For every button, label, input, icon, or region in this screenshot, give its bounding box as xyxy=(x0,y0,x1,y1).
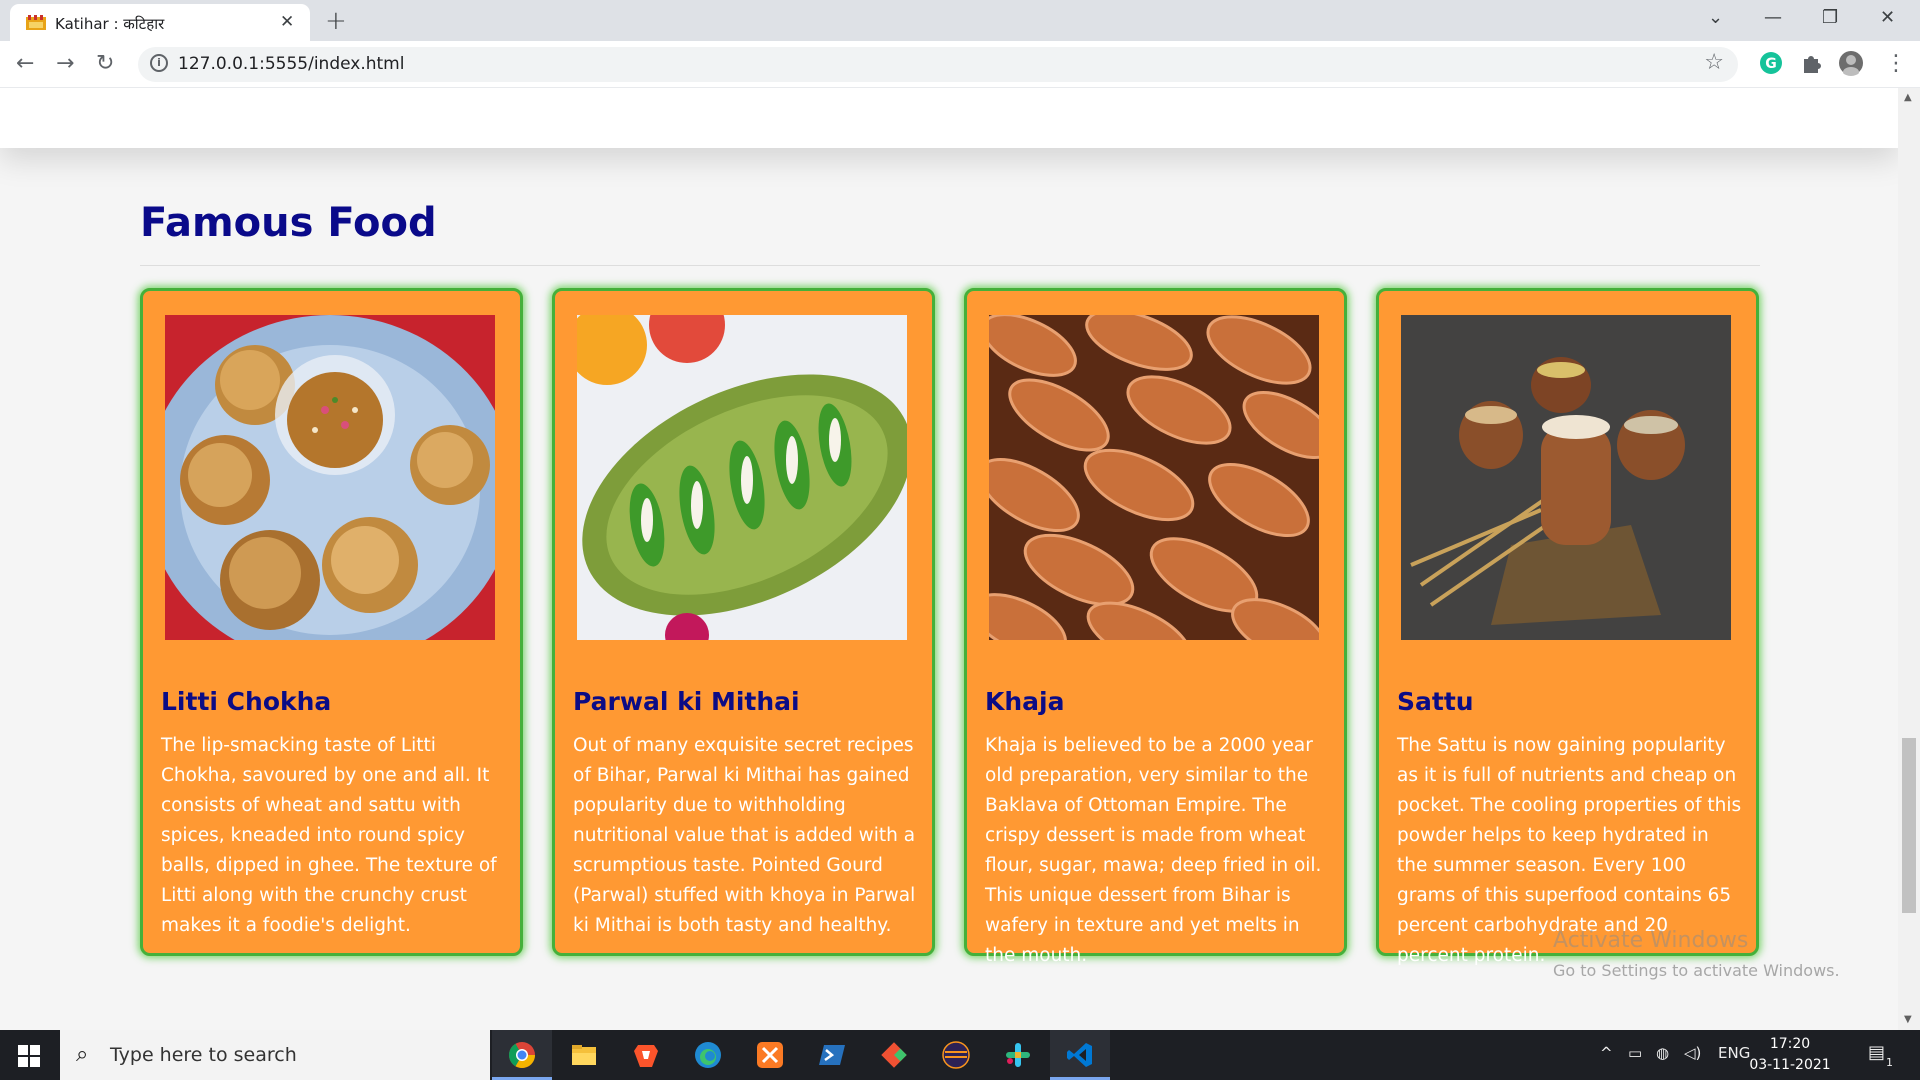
page-scrollbar[interactable]: ▲ ▼ xyxy=(1898,88,1920,1030)
taskbar-xampp-icon[interactable] xyxy=(740,1030,800,1080)
search-icon: ⌕ xyxy=(76,1042,89,1067)
taskbar-search-box[interactable]: ⌕ Type here to search xyxy=(60,1030,490,1080)
taskbar-powershell-icon[interactable] xyxy=(802,1030,862,1080)
food-card-parwal-ki-mithai: Parwal ki Mithai Out of many exquisite s… xyxy=(552,288,935,956)
food-card-khaja: Khaja Khaja is believed to be a 2000 yea… xyxy=(964,288,1347,966)
svg-text:G: G xyxy=(1765,56,1777,72)
browser-menu-icon[interactable]: ⋮ xyxy=(1885,51,1907,76)
url-text[interactable]: 127.0.0.1:5555/index.html xyxy=(178,54,404,74)
back-arrow-icon[interactable]: ← xyxy=(16,51,34,76)
minimize-button[interactable]: — xyxy=(1764,7,1782,28)
extensions-puzzle-icon[interactable] xyxy=(1798,50,1824,76)
taskbar-chrome-icon[interactable] xyxy=(492,1030,552,1080)
section-title: Famous Food xyxy=(140,200,437,246)
bookmark-star-icon[interactable]: ☆ xyxy=(1704,50,1724,75)
food-card-litti-chokha: Litti Chokha The lip-smacking taste of L… xyxy=(140,288,523,956)
browser-tab-strip: Katihar : कटिहार ✕ + ⌄ — ❐ ✕ xyxy=(0,0,1920,41)
windows-taskbar: ⌕ Type here to search ^ ▭ ◍ ◁) ENG 17:20… xyxy=(0,1030,1920,1080)
notification-center-icon[interactable]: ▤ xyxy=(1868,1042,1885,1063)
grammarly-extension-icon[interactable]: G xyxy=(1758,50,1784,76)
address-bar[interactable]: i 127.0.0.1:5555/index.html ☆ xyxy=(138,47,1738,82)
scrollbar-thumb[interactable] xyxy=(1902,738,1916,913)
notification-count: 1 xyxy=(1886,1056,1893,1069)
tab-search-icon[interactable]: ⌄ xyxy=(1708,7,1723,28)
site-favicon xyxy=(26,15,46,30)
taskbar-search-placeholder[interactable]: Type here to search xyxy=(110,1044,297,1066)
maximize-button[interactable]: ❐ xyxy=(1822,7,1838,28)
clock-time: 17:20 xyxy=(1769,1036,1811,1052)
taskbar-git-icon[interactable] xyxy=(864,1030,924,1080)
profile-avatar[interactable] xyxy=(1838,50,1864,76)
close-window-button[interactable]: ✕ xyxy=(1880,7,1895,28)
activate-windows-subtitle: Go to Settings to activate Windows. xyxy=(1553,961,1840,980)
browser-tab[interactable]: Katihar : कटिहार ✕ xyxy=(10,4,310,41)
taskbar-clock[interactable]: 17:20 03-11-2021 xyxy=(1745,1034,1835,1076)
tray-network-globe-icon[interactable]: ◍ xyxy=(1656,1044,1669,1062)
scroll-down-arrow-icon[interactable]: ▼ xyxy=(1904,1014,1912,1025)
food-description: Out of many exquisite secret recipes of … xyxy=(573,735,916,936)
food-description: The lip-smacking taste of Litti Chokha, … xyxy=(161,735,497,936)
page-viewport: Famous Food Litti Chokha The lip-smackin… xyxy=(0,88,1898,1030)
activate-windows-title: Activate Windows xyxy=(1553,928,1749,953)
browser-toolbar: ← → ↻ i 127.0.0.1:5555/index.html ☆ G ⋮ xyxy=(0,41,1920,88)
taskbar-file-explorer-icon[interactable] xyxy=(554,1030,614,1080)
taskbar-eclipse-icon[interactable] xyxy=(926,1030,986,1080)
food-image-khaja xyxy=(989,315,1319,640)
taskbar-vscode-icon[interactable] xyxy=(1050,1030,1110,1080)
windows-start-icon[interactable] xyxy=(18,1045,40,1067)
food-name: Parwal ki Mithai xyxy=(573,687,800,716)
tray-chevron-up-icon[interactable]: ^ xyxy=(1600,1044,1613,1062)
tab-title: Katihar : कटिहार xyxy=(55,15,165,33)
taskbar-slack-icon[interactable] xyxy=(988,1030,1048,1080)
food-name: Sattu xyxy=(1397,687,1474,716)
site-navbar xyxy=(0,88,1898,148)
food-image-sattu xyxy=(1401,315,1731,640)
food-image-litti-chokha xyxy=(165,315,495,640)
tray-battery-icon[interactable]: ▭ xyxy=(1628,1044,1642,1062)
food-card-sattu: Sattu The Sattu is now gaining popularit… xyxy=(1376,288,1759,966)
food-description: Khaja is believed to be a 2000 year old … xyxy=(985,735,1322,966)
tray-volume-icon[interactable]: ◁) xyxy=(1684,1044,1701,1062)
tab-close-icon[interactable]: ✕ xyxy=(280,12,294,32)
new-tab-button[interactable]: + xyxy=(325,6,347,36)
taskbar-edge-icon[interactable] xyxy=(678,1030,738,1080)
scroll-up-arrow-icon[interactable]: ▲ xyxy=(1904,92,1912,103)
site-info-icon[interactable]: i xyxy=(150,54,168,72)
food-name: Litti Chokha xyxy=(161,687,332,716)
section-divider xyxy=(140,265,1760,266)
reload-icon[interactable]: ↻ xyxy=(96,51,114,76)
taskbar-brave-icon[interactable] xyxy=(616,1030,676,1080)
food-image-parwal-ki-mithai xyxy=(577,315,907,640)
food-name: Khaja xyxy=(985,687,1065,716)
forward-arrow-icon[interactable]: → xyxy=(56,51,74,76)
clock-date: 03-11-2021 xyxy=(1749,1057,1831,1073)
